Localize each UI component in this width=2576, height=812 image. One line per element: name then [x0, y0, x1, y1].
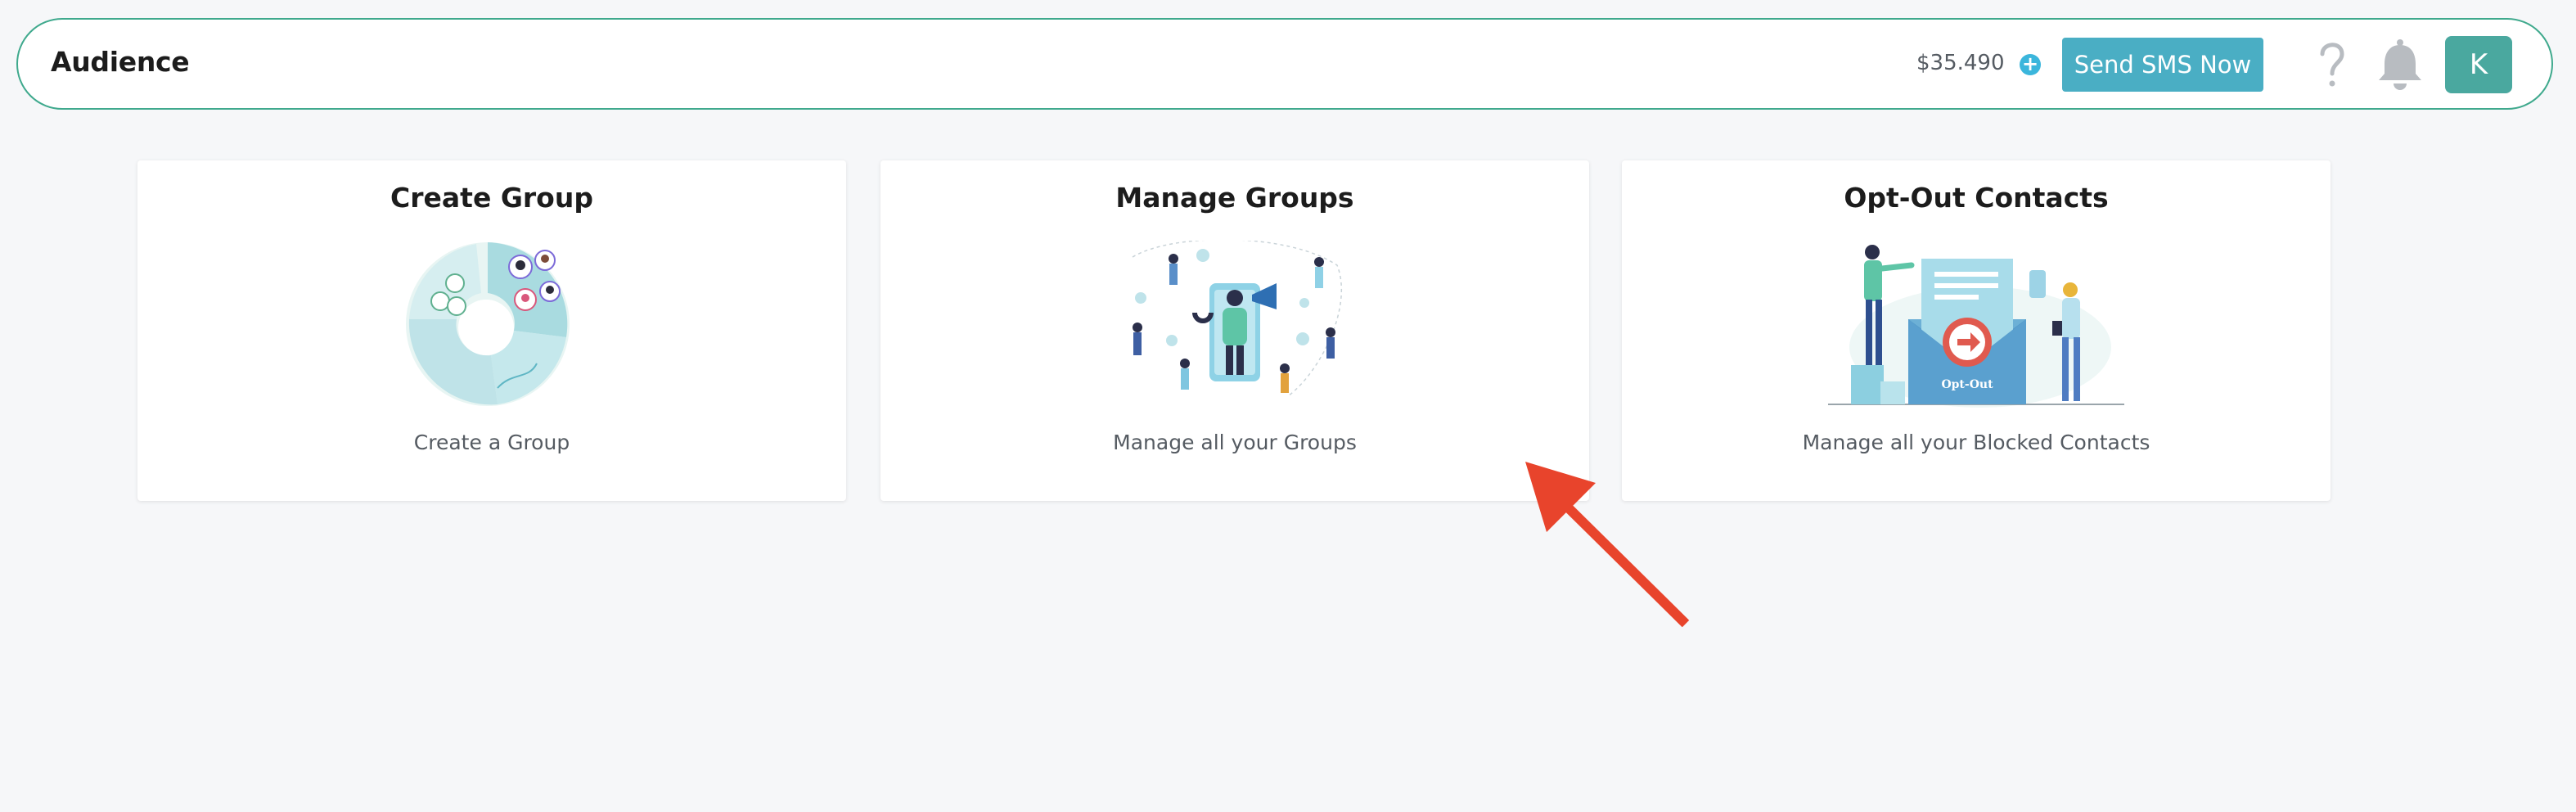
opt-out-illustration: Opt-Out [1828, 245, 2124, 408]
card-description: Create a Group [413, 431, 570, 454]
bell-icon[interactable] [2375, 38, 2425, 92]
card-description: Manage all your Groups [1113, 431, 1357, 454]
send-sms-button[interactable]: Send SMS Now [2062, 38, 2263, 92]
manage-groups-card[interactable]: Manage Groups Manage all your Groups [880, 160, 1589, 501]
account-balance: $35.490 [1916, 51, 2005, 75]
create-group-card[interactable]: Create Group Create a Group [137, 160, 846, 501]
card-title: Create Group [390, 182, 593, 214]
question-mark-icon[interactable] [2316, 36, 2349, 92]
create-group-illustration [406, 242, 570, 406]
top-bar: Audience $35.490 + Send SMS Now K [16, 18, 2553, 110]
arrow-annotation [1525, 462, 1690, 628]
plus-circle-icon[interactable]: + [2020, 54, 2041, 75]
page-title: Audience [51, 46, 190, 78]
card-description: Manage all your Blocked Contacts [1802, 431, 2150, 454]
avatar[interactable]: K [2445, 36, 2512, 93]
manage-groups-illustration [1132, 241, 1342, 397]
card-title: Manage Groups [1115, 182, 1354, 214]
opt-out-contacts-card[interactable]: Opt-Out Contacts Opt-Out Manage all your… [1622, 160, 2331, 501]
opt-out-illustration-text: Opt-Out [1941, 378, 1993, 391]
card-title: Opt-Out Contacts [1844, 182, 2109, 214]
